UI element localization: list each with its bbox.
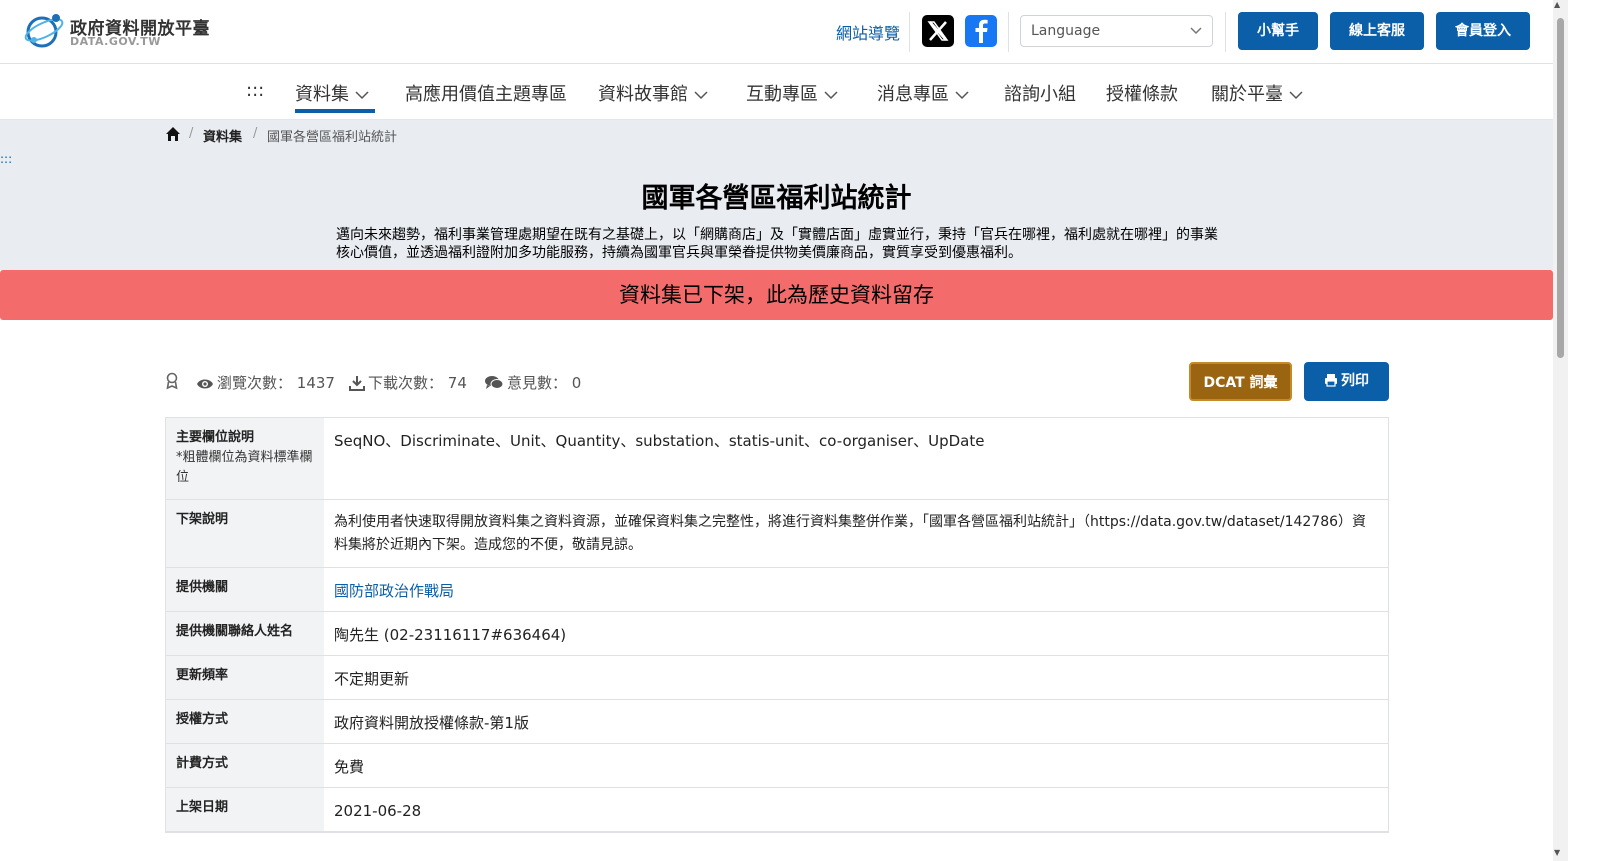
dataset-metadata-table: 主要欄位說明 *粗體欄位為資料標準欄位 SeqNO、Discriminate、Un… (165, 417, 1389, 833)
chevron-down-icon (824, 91, 838, 100)
chevron-down-icon (1190, 27, 1202, 35)
removed-notice-banner: 資料集已下架，此為歷史資料留存 (0, 270, 1553, 320)
row-value: 陶先生 (02-23116117#636464) (334, 626, 567, 644)
language-select[interactable]: Language (1020, 15, 1213, 47)
row-key: 更新頻率 (166, 656, 324, 699)
comments-icon (485, 376, 504, 389)
row-key-note: *粗體欄位為資料標準欄位 (176, 450, 313, 485)
logo-icon (24, 14, 64, 48)
logo-subtitle: DATA.GOV.TW (70, 35, 161, 48)
site-logo[interactable]: 政府資料開放平臺 DATA.GOV.TW (22, 10, 222, 52)
site-header: 政府資料開放平臺 DATA.GOV.TW 網站導覽 Language 小幫手 線… (0, 0, 1553, 64)
nav-item-news[interactable]: 消息專區 (877, 80, 969, 106)
row-key: 提供機關聯絡人姓名 (166, 612, 324, 655)
chevron-down-icon (694, 91, 708, 100)
nav-item-stories[interactable]: 資料故事館 (598, 80, 708, 106)
chevron-down-icon (1289, 91, 1303, 100)
nav-label: 資料集 (295, 84, 349, 105)
table-row: 更新頻率 不定期更新 (166, 656, 1388, 700)
nav-label: 授權條款 (1106, 84, 1178, 105)
nav-label: 資料故事館 (598, 84, 688, 105)
row-value: 政府資料開放授權條款-第1版 (334, 714, 529, 732)
side-menu-dots[interactable]: ::: (0, 152, 12, 166)
view-count-value: 1437 (296, 374, 335, 392)
main-nav: ::: 資料集 高應用價值主題專區 資料故事館 互動專區 消息專區 諮詢小組 授… (0, 64, 1553, 120)
nav-label: 諮詢小組 (1004, 84, 1076, 105)
scrollbar-thumb[interactable] (1557, 18, 1564, 358)
chevron-down-icon (955, 91, 969, 100)
eye-icon (197, 379, 213, 389)
nav-item-license[interactable]: 授權條款 (1106, 80, 1178, 106)
table-row: 上架日期 2021-06-28 (166, 788, 1388, 832)
x-twitter-icon[interactable] (922, 15, 954, 47)
download-count-value: 74 (447, 374, 467, 392)
breadcrumb-datasets[interactable]: 資料集 (203, 126, 242, 145)
nav-label: 關於平臺 (1211, 84, 1283, 105)
row-key: 下架說明 (166, 500, 324, 567)
comment-count: 意見數： 0 (484, 372, 581, 393)
download-count-label: 下載次數： (368, 374, 444, 392)
page-description: 邁向未來趨勢，福利事業管理處期望在既有之基礎上，以「網購商店」及「實體店面」虛實… (336, 227, 1218, 261)
row-key: 上架日期 (166, 788, 324, 831)
table-row: 下架說明 為利使用者快速取得開放資料集之資料資源，並確保資料集之完整性，將進行資… (166, 500, 1388, 568)
dcat-vocabulary-button[interactable]: DCAT 詞彙 (1189, 362, 1292, 401)
row-value: 2021-06-28 (334, 802, 422, 820)
divider (1225, 12, 1226, 52)
nav-label: 互動專區 (746, 84, 818, 105)
view-count: 瀏覽次數： 1437 (196, 372, 335, 393)
chevron-down-icon (355, 91, 369, 100)
nav-item-about[interactable]: 關於平臺 (1211, 80, 1303, 106)
nav-label: 消息專區 (877, 84, 949, 105)
row-value: 免費 (334, 758, 365, 776)
table-row: 主要欄位說明 *粗體欄位為資料標準欄位 SeqNO、Discriminate、Un… (166, 418, 1388, 500)
row-value: 不定期更新 (334, 670, 410, 688)
row-key: 主要欄位說明 *粗體欄位為資料標準欄位 (166, 418, 324, 499)
row-key: 授權方式 (166, 700, 324, 743)
row-value: SeqNO、Discriminate、Unit、Quantity、substat… (334, 432, 985, 450)
nav-label: 高應用價值主題專區 (405, 84, 567, 105)
print-button[interactable]: 列印 (1304, 362, 1389, 401)
provider-agency-link[interactable]: 國防部政治作戰局 (334, 582, 454, 600)
print-button-label: 列印 (1341, 373, 1369, 389)
nav-item-datasets[interactable]: 資料集 (295, 80, 369, 106)
nav-item-high-value[interactable]: 高應用價值主題專區 (405, 80, 567, 106)
award-icon (165, 372, 182, 391)
printer-icon (1325, 374, 1337, 387)
home-icon[interactable] (165, 126, 181, 142)
facebook-icon[interactable] (965, 15, 997, 47)
nav-item-interactive[interactable]: 互動專區 (746, 80, 838, 106)
breadcrumb-current: 國軍各營區福利站統計 (267, 130, 398, 145)
table-row: 提供機關 國防部政治作戰局 (166, 568, 1388, 612)
nav-active-indicator (295, 109, 375, 113)
language-select-label: Language (1031, 23, 1101, 39)
breadcrumb-separator: / (189, 126, 194, 141)
divider (909, 12, 910, 52)
nav-menu-dots[interactable]: ::: (246, 80, 264, 101)
scroll-down-arrow-icon[interactable]: ▼ (1554, 848, 1560, 857)
comment-count-label: 意見數： (507, 374, 568, 392)
table-row: 計費方式 免費 (166, 744, 1388, 788)
scroll-up-arrow-icon[interactable]: ▲ (1554, 0, 1560, 9)
table-row: 授權方式 政府資料開放授權條款-第1版 (166, 700, 1388, 744)
nav-item-advisory[interactable]: 諮詢小組 (1004, 80, 1076, 106)
row-key: 計費方式 (166, 744, 324, 787)
download-icon (349, 376, 365, 391)
sitemap-link[interactable]: 網站導覽 (836, 20, 900, 44)
row-value: 國防部政治作戰局 (324, 568, 1388, 611)
page-title: 國軍各營區福利站統計 (641, 183, 912, 214)
member-login-button[interactable]: 會員登入 (1436, 12, 1530, 50)
row-key: 提供機關 (166, 568, 324, 611)
helper-button[interactable]: 小幫手 (1238, 12, 1318, 50)
view-count-label: 瀏覽次數： (217, 374, 293, 392)
download-count: 下載次數： 74 (349, 372, 467, 393)
row-value: 為利使用者快速取得開放資料集之資料資源，並確保資料集之完整性，將進行資料集整併作… (334, 514, 1367, 553)
online-service-button[interactable]: 線上客服 (1330, 12, 1424, 50)
divider (1008, 12, 1009, 52)
table-row: 提供機關聯絡人姓名 陶先生 (02-23116117#636464) (166, 612, 1388, 656)
comment-count-value: 0 (571, 374, 582, 392)
breadcrumb-separator: / (253, 126, 258, 141)
